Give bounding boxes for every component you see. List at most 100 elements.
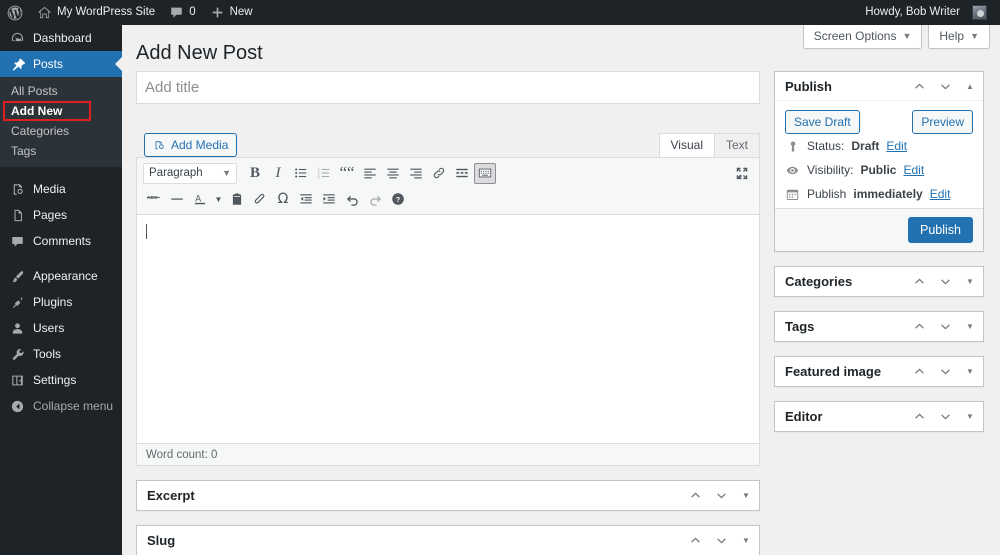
paste-as-text-icon[interactable] bbox=[226, 189, 248, 210]
my-account-menu[interactable]: Howdy, Bob Writer bbox=[858, 0, 994, 25]
sidebar-item-label: Tools bbox=[33, 347, 62, 361]
keyboard-shortcuts-icon[interactable]: ? bbox=[387, 189, 409, 210]
bold-icon[interactable]: B bbox=[244, 163, 266, 184]
chevron-up-icon[interactable] bbox=[907, 359, 931, 383]
chevron-down-icon[interactable] bbox=[933, 359, 957, 383]
editor-content-area[interactable] bbox=[136, 214, 760, 444]
chevron-down-icon[interactable] bbox=[933, 74, 957, 98]
edit-schedule-link[interactable]: Edit bbox=[930, 187, 951, 201]
insert-link-icon[interactable] bbox=[428, 163, 450, 184]
postbox-header[interactable]: Editor ▼ bbox=[775, 402, 983, 431]
site-name-menu[interactable]: My WordPress Site bbox=[30, 0, 162, 25]
sidebar-item-pages[interactable]: Pages bbox=[0, 202, 122, 228]
postbox-header[interactable]: Tags ▼ bbox=[775, 312, 983, 341]
sidebar-item-posts[interactable]: Posts bbox=[0, 51, 122, 77]
chevron-up-icon[interactable] bbox=[907, 314, 931, 338]
horizontal-line-icon[interactable] bbox=[166, 189, 188, 210]
sidebar-item-plugins[interactable]: Plugins bbox=[0, 289, 122, 315]
sidebar-item-appearance[interactable]: Appearance bbox=[0, 263, 122, 289]
preview-button[interactable]: Preview bbox=[912, 110, 973, 134]
schedule-label: Publish bbox=[807, 187, 847, 201]
triangle-down-icon[interactable]: ▼ bbox=[959, 314, 981, 338]
redo-icon[interactable] bbox=[364, 189, 386, 210]
publish-button[interactable]: Publish bbox=[908, 217, 973, 243]
special-character-icon[interactable]: Ω bbox=[272, 189, 294, 210]
clear-formatting-icon[interactable] bbox=[249, 189, 271, 210]
triangle-up-icon[interactable]: ▲ bbox=[959, 74, 981, 98]
sidebar-item-users[interactable]: Users bbox=[0, 315, 122, 341]
chevron-up-icon[interactable] bbox=[683, 483, 707, 507]
triangle-down-icon[interactable]: ▼ bbox=[735, 528, 757, 552]
sidebar-item-label: Dashboard bbox=[33, 31, 92, 45]
sidebar-subitem-add-new[interactable]: Add New bbox=[3, 101, 91, 121]
screen-options-button[interactable]: Screen Options ▼ bbox=[802, 25, 923, 49]
chevron-down-icon[interactable] bbox=[933, 269, 957, 293]
triangle-down-icon[interactable]: ▼ bbox=[959, 269, 981, 293]
publish-box-body: Save Draft Preview Status: Draft Edit Vi… bbox=[775, 101, 983, 208]
postbox-title: Slug bbox=[147, 532, 176, 548]
text-color-icon[interactable]: A bbox=[189, 189, 211, 210]
postbox-header[interactable]: Slug ▼ bbox=[137, 526, 759, 555]
bulleted-list-icon[interactable] bbox=[290, 163, 312, 184]
chevron-down-icon[interactable] bbox=[709, 483, 733, 507]
sidebar-item-comments[interactable]: Comments bbox=[0, 228, 122, 254]
chevron-up-icon[interactable] bbox=[907, 404, 931, 428]
read-more-icon[interactable] bbox=[451, 163, 473, 184]
align-center-icon[interactable] bbox=[382, 163, 404, 184]
tab-text[interactable]: Text bbox=[713, 133, 760, 157]
menu-separator bbox=[0, 254, 122, 263]
chevron-down-icon[interactable] bbox=[709, 528, 733, 552]
postbox-title: Editor bbox=[785, 408, 823, 424]
toolbar-toggle-icon[interactable] bbox=[474, 162, 496, 184]
sidebar-subitem-tags[interactable]: Tags bbox=[0, 141, 122, 161]
sidebar-item-media[interactable]: Media bbox=[0, 176, 122, 202]
chevron-up-icon[interactable] bbox=[907, 269, 931, 293]
postbox-header[interactable]: Excerpt ▼ bbox=[137, 481, 759, 510]
decrease-indent-icon[interactable] bbox=[295, 189, 317, 210]
edit-visibility-link[interactable]: Edit bbox=[903, 163, 924, 177]
blockquote-icon[interactable]: ““ bbox=[336, 163, 358, 184]
svg-text:?: ? bbox=[396, 195, 401, 204]
align-left-icon[interactable] bbox=[359, 163, 381, 184]
chevron-down-icon[interactable] bbox=[933, 404, 957, 428]
comment-bubble-icon bbox=[169, 5, 184, 20]
wp-logo-menu[interactable] bbox=[0, 0, 30, 25]
help-button[interactable]: Help ▼ bbox=[928, 25, 990, 49]
edit-status-link[interactable]: Edit bbox=[886, 139, 907, 153]
chevron-down-icon[interactable] bbox=[933, 314, 957, 338]
new-content-menu[interactable]: New bbox=[203, 0, 260, 25]
post-title-input[interactable]: Add title bbox=[136, 71, 760, 104]
align-right-icon[interactable] bbox=[405, 163, 427, 184]
status-value: Draft bbox=[851, 139, 880, 153]
chevron-up-icon[interactable] bbox=[683, 528, 707, 552]
howdy-label: Howdy, Bob Writer bbox=[865, 6, 960, 18]
strikethrough-icon[interactable]: ABC bbox=[143, 189, 165, 210]
paragraph-format-select[interactable]: Paragraph ▼ bbox=[143, 162, 237, 184]
pin-marker-icon bbox=[785, 140, 800, 153]
sidebar-subitem-all-posts[interactable]: All Posts bbox=[0, 81, 122, 101]
increase-indent-icon[interactable] bbox=[318, 189, 340, 210]
undo-icon[interactable] bbox=[341, 189, 363, 210]
sidebar-item-dashboard[interactable]: Dashboard bbox=[0, 25, 122, 51]
distraction-free-icon[interactable] bbox=[731, 163, 753, 184]
sidebar-collapse-menu[interactable]: Collapse menu bbox=[0, 393, 122, 419]
schedule-value: immediately bbox=[853, 187, 923, 201]
posts-submenu: All Posts Add New Categories Tags bbox=[0, 77, 122, 167]
chevron-up-icon[interactable] bbox=[907, 74, 931, 98]
postbox-header[interactable]: Categories ▼ bbox=[775, 267, 983, 296]
triangle-down-icon[interactable]: ▼ bbox=[959, 404, 981, 428]
numbered-list-icon[interactable]: 1 2 3 bbox=[313, 163, 335, 184]
save-draft-button[interactable]: Save Draft bbox=[785, 110, 860, 134]
triangle-down-icon[interactable]: ▼ bbox=[735, 483, 757, 507]
sidebar-subitem-categories[interactable]: Categories bbox=[0, 121, 122, 141]
admin-bar-right: Howdy, Bob Writer bbox=[858, 0, 1000, 25]
add-media-button[interactable]: Add Media bbox=[144, 133, 238, 157]
triangle-down-icon[interactable]: ▼ bbox=[959, 359, 981, 383]
sidebar-item-settings[interactable]: Settings bbox=[0, 367, 122, 393]
comments-menu[interactable]: 0 bbox=[162, 0, 202, 25]
postbox-header[interactable]: Featured image ▼ bbox=[775, 357, 983, 386]
text-color-dropdown-icon[interactable]: ▼ bbox=[212, 189, 225, 210]
sidebar-item-tools[interactable]: Tools bbox=[0, 341, 122, 367]
tab-visual[interactable]: Visual bbox=[658, 133, 715, 157]
italic-icon[interactable]: I bbox=[267, 163, 289, 184]
